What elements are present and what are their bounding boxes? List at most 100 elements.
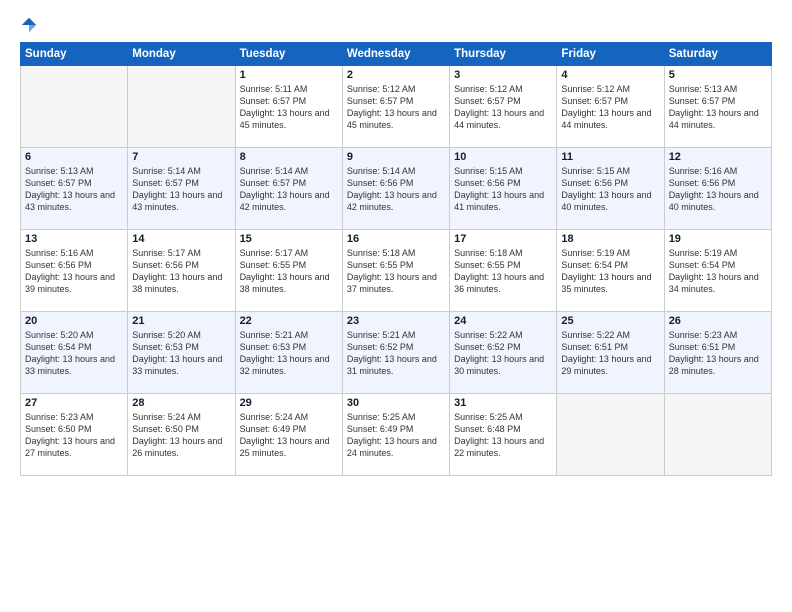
calendar-week-row: 6 Sunrise: 5:13 AM Sunset: 6:57 PM Daylig… — [21, 148, 772, 230]
calendar-cell: 30 Sunrise: 5:25 AM Sunset: 6:49 PM Dayli… — [342, 394, 449, 476]
day-number: 7 — [132, 151, 230, 163]
day-info: Sunrise: 5:17 AM Sunset: 6:55 PM Dayligh… — [240, 247, 338, 296]
day-info: Sunrise: 5:18 AM Sunset: 6:55 PM Dayligh… — [454, 247, 552, 296]
day-info: Sunrise: 5:24 AM Sunset: 6:49 PM Dayligh… — [240, 411, 338, 460]
calendar-cell: 25 Sunrise: 5:22 AM Sunset: 6:51 PM Dayli… — [557, 312, 664, 394]
day-info: Sunrise: 5:12 AM Sunset: 6:57 PM Dayligh… — [454, 83, 552, 132]
weekday-header: Wednesday — [342, 43, 449, 66]
calendar-cell: 1Sunrise: 5:11 AM Sunset: 6:57 PM Daylig… — [235, 66, 342, 148]
calendar-cell: 28Sunrise: 5:24 AM Sunset: 6:50 PM Dayli… — [128, 394, 235, 476]
day-number: 22 — [240, 315, 338, 327]
day-number: 6 — [25, 151, 123, 163]
page: SundayMondayTuesdayWednesdayThursdayFrid… — [0, 0, 792, 612]
calendar-cell: 4Sunrise: 5:12 AM Sunset: 6:57 PM Daylig… — [557, 66, 664, 148]
calendar-cell: 6 Sunrise: 5:13 AM Sunset: 6:57 PM Daylig… — [21, 148, 128, 230]
day-number: 19 — [669, 233, 767, 245]
day-number: 15 — [240, 233, 338, 245]
day-info: Sunrise: 5:14 AM Sunset: 6:57 PM Dayligh… — [240, 165, 338, 214]
weekday-header: Thursday — [450, 43, 557, 66]
day-info: Sunrise: 5:14 AM Sunset: 6:57 PM Dayligh… — [132, 165, 230, 214]
day-info: Sunrise: 5:25 AM Sunset: 6:49 PM Dayligh… — [347, 411, 445, 460]
calendar: SundayMondayTuesdayWednesdayThursdayFrid… — [20, 42, 772, 476]
calendar-cell — [21, 66, 128, 148]
weekday-header: Monday — [128, 43, 235, 66]
day-number: 31 — [454, 397, 552, 409]
day-number: 18 — [561, 233, 659, 245]
calendar-cell: 15 Sunrise: 5:17 AM Sunset: 6:55 PM Dayli… — [235, 230, 342, 312]
day-number: 16 — [347, 233, 445, 245]
day-info: Sunrise: 5:21 AM Sunset: 6:53 PM Dayligh… — [240, 329, 338, 378]
weekday-header: Saturday — [664, 43, 771, 66]
day-info: Sunrise: 5:15 AM Sunset: 6:56 PM Dayligh… — [454, 165, 552, 214]
calendar-cell: 23 Sunrise: 5:21 AM Sunset: 6:52 PM Dayli… — [342, 312, 449, 394]
day-number: 9 — [347, 151, 445, 163]
day-number: 29 — [240, 397, 338, 409]
weekday-header: Sunday — [21, 43, 128, 66]
logo-icon — [20, 16, 38, 34]
day-info: Sunrise: 5:21 AM Sunset: 6:52 PM Dayligh… — [347, 329, 445, 378]
calendar-week-row: 20 Sunrise: 5:20 AM Sunset: 6:54 PM Dayli… — [21, 312, 772, 394]
calendar-cell — [557, 394, 664, 476]
day-number: 2 — [347, 69, 445, 81]
day-info: Sunrise: 5:24 AM Sunset: 6:50 PM Dayligh… — [132, 411, 230, 460]
day-number: 23 — [347, 315, 445, 327]
day-info: Sunrise: 5:11 AM Sunset: 6:57 PM Dayligh… — [240, 83, 338, 132]
calendar-cell: 13Sunrise: 5:16 AM Sunset: 6:56 PM Dayli… — [21, 230, 128, 312]
day-info: Sunrise: 5:22 AM Sunset: 6:51 PM Dayligh… — [561, 329, 659, 378]
calendar-cell: 11 Sunrise: 5:15 AM Sunset: 6:56 PM Dayli… — [557, 148, 664, 230]
day-number: 11 — [561, 151, 659, 163]
day-number: 5 — [669, 69, 767, 81]
calendar-cell: 18 Sunrise: 5:19 AM Sunset: 6:54 PM Dayli… — [557, 230, 664, 312]
day-info: Sunrise: 5:19 AM Sunset: 6:54 PM Dayligh… — [669, 247, 767, 296]
day-info: Sunrise: 5:12 AM Sunset: 6:57 PM Dayligh… — [347, 83, 445, 132]
day-info: Sunrise: 5:19 AM Sunset: 6:54 PM Dayligh… — [561, 247, 659, 296]
day-number: 13 — [25, 233, 123, 245]
day-number: 24 — [454, 315, 552, 327]
calendar-cell: 21 Sunrise: 5:20 AM Sunset: 6:53 PM Dayli… — [128, 312, 235, 394]
day-info: Sunrise: 5:13 AM Sunset: 6:57 PM Dayligh… — [25, 165, 123, 214]
day-number: 27 — [25, 397, 123, 409]
day-info: Sunrise: 5:18 AM Sunset: 6:55 PM Dayligh… — [347, 247, 445, 296]
calendar-cell: 7 Sunrise: 5:14 AM Sunset: 6:57 PM Daylig… — [128, 148, 235, 230]
day-info: Sunrise: 5:15 AM Sunset: 6:56 PM Dayligh… — [561, 165, 659, 214]
calendar-cell: 12Sunrise: 5:16 AM Sunset: 6:56 PM Dayli… — [664, 148, 771, 230]
weekday-header: Tuesday — [235, 43, 342, 66]
calendar-week-row: 27 Sunrise: 5:23 AM Sunset: 6:50 PM Dayli… — [21, 394, 772, 476]
calendar-cell: 17Sunrise: 5:18 AM Sunset: 6:55 PM Dayli… — [450, 230, 557, 312]
calendar-cell: 9 Sunrise: 5:14 AM Sunset: 6:56 PM Daylig… — [342, 148, 449, 230]
calendar-cell: 8 Sunrise: 5:14 AM Sunset: 6:57 PM Daylig… — [235, 148, 342, 230]
day-info: Sunrise: 5:13 AM Sunset: 6:57 PM Dayligh… — [669, 83, 767, 132]
day-number: 14 — [132, 233, 230, 245]
day-info: Sunrise: 5:20 AM Sunset: 6:54 PM Dayligh… — [25, 329, 123, 378]
calendar-cell: 14 Sunrise: 5:17 AM Sunset: 6:56 PM Dayli… — [128, 230, 235, 312]
day-number: 26 — [669, 315, 767, 327]
calendar-cell: 19 Sunrise: 5:19 AM Sunset: 6:54 PM Dayli… — [664, 230, 771, 312]
day-info: Sunrise: 5:23 AM Sunset: 6:51 PM Dayligh… — [669, 329, 767, 378]
day-number: 25 — [561, 315, 659, 327]
day-info: Sunrise: 5:22 AM Sunset: 6:52 PM Dayligh… — [454, 329, 552, 378]
calendar-cell: 22 Sunrise: 5:21 AM Sunset: 6:53 PM Dayli… — [235, 312, 342, 394]
calendar-cell: 5 Sunrise: 5:13 AM Sunset: 6:57 PM Daylig… — [664, 66, 771, 148]
calendar-cell: 24 Sunrise: 5:22 AM Sunset: 6:52 PM Dayli… — [450, 312, 557, 394]
logo — [20, 16, 40, 34]
calendar-cell — [664, 394, 771, 476]
day-number: 3 — [454, 69, 552, 81]
day-number: 4 — [561, 69, 659, 81]
calendar-cell — [128, 66, 235, 148]
day-info: Sunrise: 5:20 AM Sunset: 6:53 PM Dayligh… — [132, 329, 230, 378]
day-number: 8 — [240, 151, 338, 163]
calendar-cell: 20 Sunrise: 5:20 AM Sunset: 6:54 PM Dayli… — [21, 312, 128, 394]
calendar-cell: 10Sunrise: 5:15 AM Sunset: 6:56 PM Dayli… — [450, 148, 557, 230]
calendar-cell: 2 Sunrise: 5:12 AM Sunset: 6:57 PM Daylig… — [342, 66, 449, 148]
day-info: Sunrise: 5:17 AM Sunset: 6:56 PM Dayligh… — [132, 247, 230, 296]
day-info: Sunrise: 5:16 AM Sunset: 6:56 PM Dayligh… — [669, 165, 767, 214]
day-number: 20 — [25, 315, 123, 327]
weekday-header-row: SundayMondayTuesdayWednesdayThursdayFrid… — [21, 43, 772, 66]
calendar-week-row: 13Sunrise: 5:16 AM Sunset: 6:56 PM Dayli… — [21, 230, 772, 312]
calendar-cell: 3 Sunrise: 5:12 AM Sunset: 6:57 PM Daylig… — [450, 66, 557, 148]
day-info: Sunrise: 5:14 AM Sunset: 6:56 PM Dayligh… — [347, 165, 445, 214]
day-number: 30 — [347, 397, 445, 409]
calendar-cell: 16 Sunrise: 5:18 AM Sunset: 6:55 PM Dayli… — [342, 230, 449, 312]
day-info: Sunrise: 5:23 AM Sunset: 6:50 PM Dayligh… — [25, 411, 123, 460]
day-number: 21 — [132, 315, 230, 327]
